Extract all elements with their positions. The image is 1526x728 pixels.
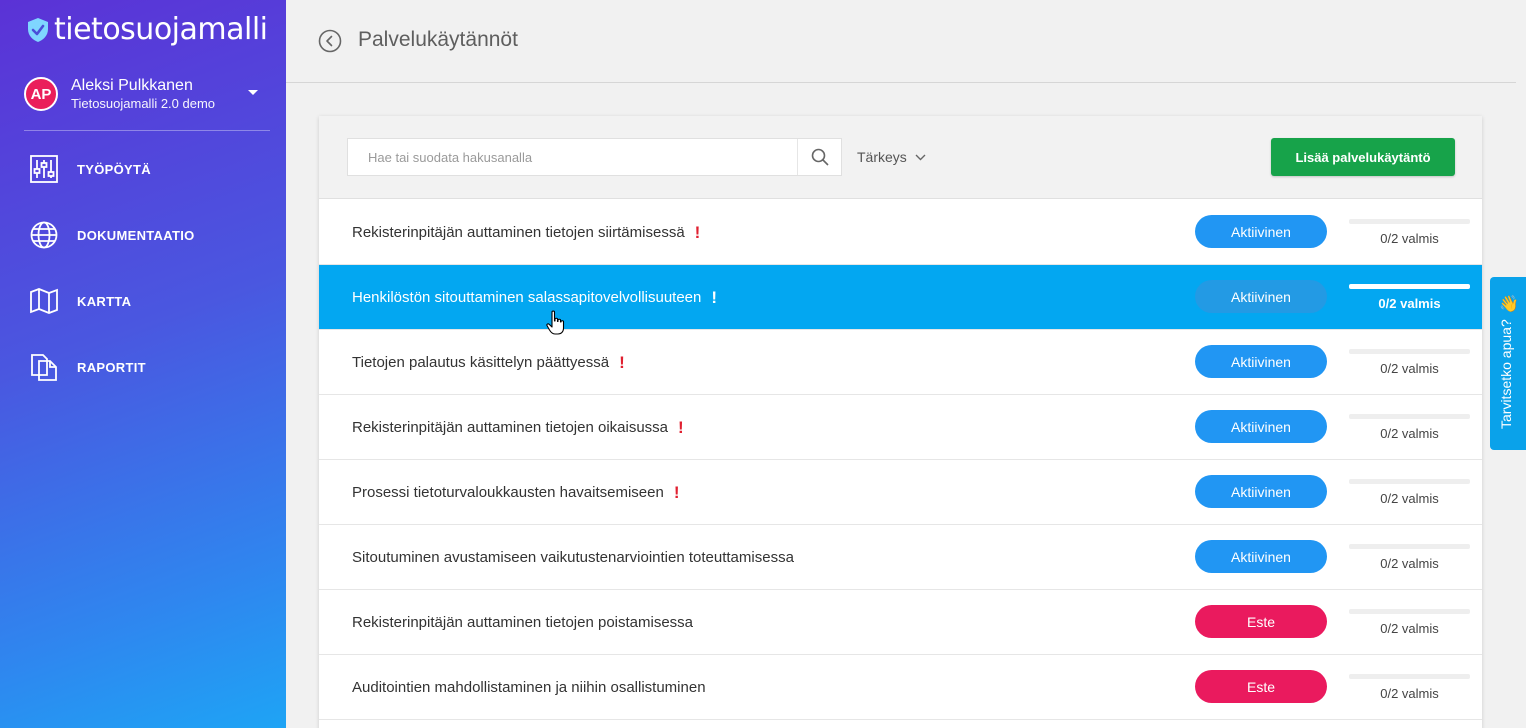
app-logo[interactable]: tietosuojamalli [27, 12, 268, 47]
row-title: Rekisterinpitäjän auttaminen tietojen si… [352, 224, 700, 241]
sidebar-item-label: DOKUMENTAATIO [77, 227, 195, 243]
status-badge[interactable]: Aktiivinen [1195, 215, 1327, 248]
row-title: Sitoutuminen avustamiseen vaikutustenarv… [352, 549, 794, 566]
status-badge[interactable]: Aktiivinen [1195, 345, 1327, 378]
progress-label: 0/2 valmis [1380, 361, 1439, 376]
progress-bar [1349, 349, 1470, 354]
status-badge[interactable]: Aktiivinen [1195, 280, 1327, 313]
search-icon[interactable] [797, 139, 841, 175]
row-title-text: Rekisterinpitäjän auttaminen tietojen po… [352, 614, 694, 631]
row-title-text: Sitoutuminen avustamiseen vaikutustenarv… [352, 549, 794, 566]
table-row[interactable]: Henkilöstön sitouttaminen salassapitovel… [319, 265, 1482, 330]
sliders-icon [30, 155, 58, 183]
chevron-down-icon [915, 154, 926, 160]
page-header: Palvelukäytännöt [286, 0, 1516, 83]
row-title: Tietojen palautus käsittelyn päättyessä! [352, 354, 625, 371]
row-title: Rekisterinpitäjän auttaminen tietojen oi… [352, 419, 684, 436]
progress-label: 0/2 valmis [1380, 556, 1439, 571]
important-icon: ! [673, 483, 680, 502]
row-title: Rekisterinpitäjän auttaminen tietojen po… [352, 614, 693, 631]
table-row[interactable]: Rekisterinpitäjän auttaminen tietojen po… [319, 590, 1482, 655]
important-icon: ! [694, 223, 701, 242]
status-badge[interactable]: Aktiivinen [1195, 410, 1327, 443]
documents-icon [31, 354, 57, 381]
status-badge[interactable]: Este [1195, 605, 1327, 638]
important-icon: ! [619, 353, 625, 372]
table-row[interactable]: Prosessi tietoturvaloukkausten havaitsem… [319, 460, 1482, 525]
status-badge[interactable]: Aktiivinen [1195, 540, 1327, 573]
avatar: AP [24, 77, 58, 111]
user-info: Aleksi Pulkkanen Tietosuojamalli 2.0 dem… [71, 76, 215, 112]
table-row[interactable]: Sitoutuminen avustamiseen vaikutustenarv… [319, 525, 1482, 590]
caret-down-icon[interactable] [248, 90, 258, 95]
help-tab-label: Tarvitsetko apua? [1498, 319, 1514, 429]
row-title: Henkilöstön sitouttaminen salassapitovel… [352, 289, 717, 306]
sidebar-item-label: RAPORTIT [77, 359, 146, 375]
progress-label: 0/2 valmis [1380, 491, 1439, 506]
search-box [347, 138, 842, 176]
help-tab[interactable]: 👋 Tarvitsetko apua? [1490, 277, 1526, 450]
table-row[interactable]: Tietojen palautus käsittelyn päättyessä!… [319, 330, 1482, 395]
table-row[interactable]: Auditointien mahdollistaminen ja niihin … [319, 655, 1482, 720]
progress-bar [1349, 674, 1470, 679]
progress-bar [1349, 219, 1470, 224]
progress-bar [1349, 609, 1470, 614]
globe-icon [30, 221, 58, 249]
user-menu[interactable]: AP Aleksi Pulkkanen Tietosuojamalli 2.0 … [24, 74, 270, 114]
row-title-text: Auditointien mahdollistaminen ja niihin … [352, 679, 706, 696]
progress-label: 0/2 valmis [1380, 426, 1439, 441]
progress-label: 0/2 valmis [1380, 686, 1439, 701]
back-arrow-icon[interactable] [318, 29, 342, 53]
policies-card: Tärkeys Lisää palvelukäytäntö Rekisterin… [319, 116, 1482, 728]
progress-label: 0/2 valmis [1380, 621, 1439, 636]
table-row[interactable]: Rekisterinpitäjän auttaminen tietojen si… [319, 200, 1482, 265]
row-title-text: Henkilöstön sitouttaminen salassapitovel… [352, 289, 702, 306]
logo-text: tietosuojamalli [54, 12, 268, 47]
sidebar-item-raportit[interactable]: RAPORTIT [30, 352, 270, 382]
sidebar-item-label: TYÖPÖYTÄ [77, 161, 151, 177]
progress-bar [1349, 479, 1470, 484]
progress-bar [1349, 544, 1470, 549]
user-name: Aleksi Pulkkanen [71, 77, 193, 94]
sidebar-item-tyopoyta[interactable]: TYÖPÖYTÄ [30, 154, 270, 184]
progress-label: 0/2 valmis [1380, 231, 1439, 246]
status-badge[interactable]: Este [1195, 670, 1327, 703]
sidebar-item-kartta[interactable]: KARTTA [30, 286, 270, 316]
row-title: Auditointien mahdollistaminen ja niihin … [352, 679, 706, 696]
row-title-text: Rekisterinpitäjän auttaminen tietojen si… [352, 224, 685, 241]
progress-bar [1349, 414, 1470, 419]
row-title-text: Rekisterinpitäjän auttaminen tietojen oi… [352, 419, 669, 436]
sidebar-item-dokumentaatio[interactable]: DOKUMENTAATIO [30, 220, 270, 250]
important-icon: ! [711, 288, 718, 307]
status-badge[interactable]: Aktiivinen [1195, 475, 1327, 508]
priority-filter[interactable]: Tärkeys [857, 149, 926, 165]
progress-label: 0/2 valmis [1378, 296, 1441, 311]
add-policy-button[interactable]: Lisää palvelukäytäntö [1271, 138, 1455, 176]
shield-check-icon [28, 17, 48, 42]
map-icon [30, 288, 58, 314]
progress-bar [1349, 284, 1470, 289]
table-row[interactable]: Rekisterinpitäjän auttaminen tietojen oi… [319, 395, 1482, 460]
user-organization: Tietosuojamalli 2.0 demo [71, 96, 216, 111]
sidebar: tietosuojamalli AP Aleksi Pulkkanen Tiet… [0, 0, 286, 728]
important-icon: ! [678, 418, 684, 437]
row-title-text: Prosessi tietoturvaloukkausten havaitsem… [352, 484, 664, 501]
priority-filter-label: Tärkeys [857, 149, 907, 165]
page-title: Palvelukäytännöt [358, 28, 518, 51]
sidebar-divider [24, 130, 270, 131]
toolbar: Tärkeys Lisää palvelukäytäntö [319, 116, 1482, 199]
row-title-text: Tietojen palautus käsittelyn päättyessä [352, 354, 610, 371]
sidebar-item-label: KARTTA [77, 293, 132, 309]
hand-cursor-icon [546, 310, 565, 335]
search-input[interactable] [348, 139, 798, 175]
row-title: Prosessi tietoturvaloukkausten havaitsem… [352, 484, 680, 501]
